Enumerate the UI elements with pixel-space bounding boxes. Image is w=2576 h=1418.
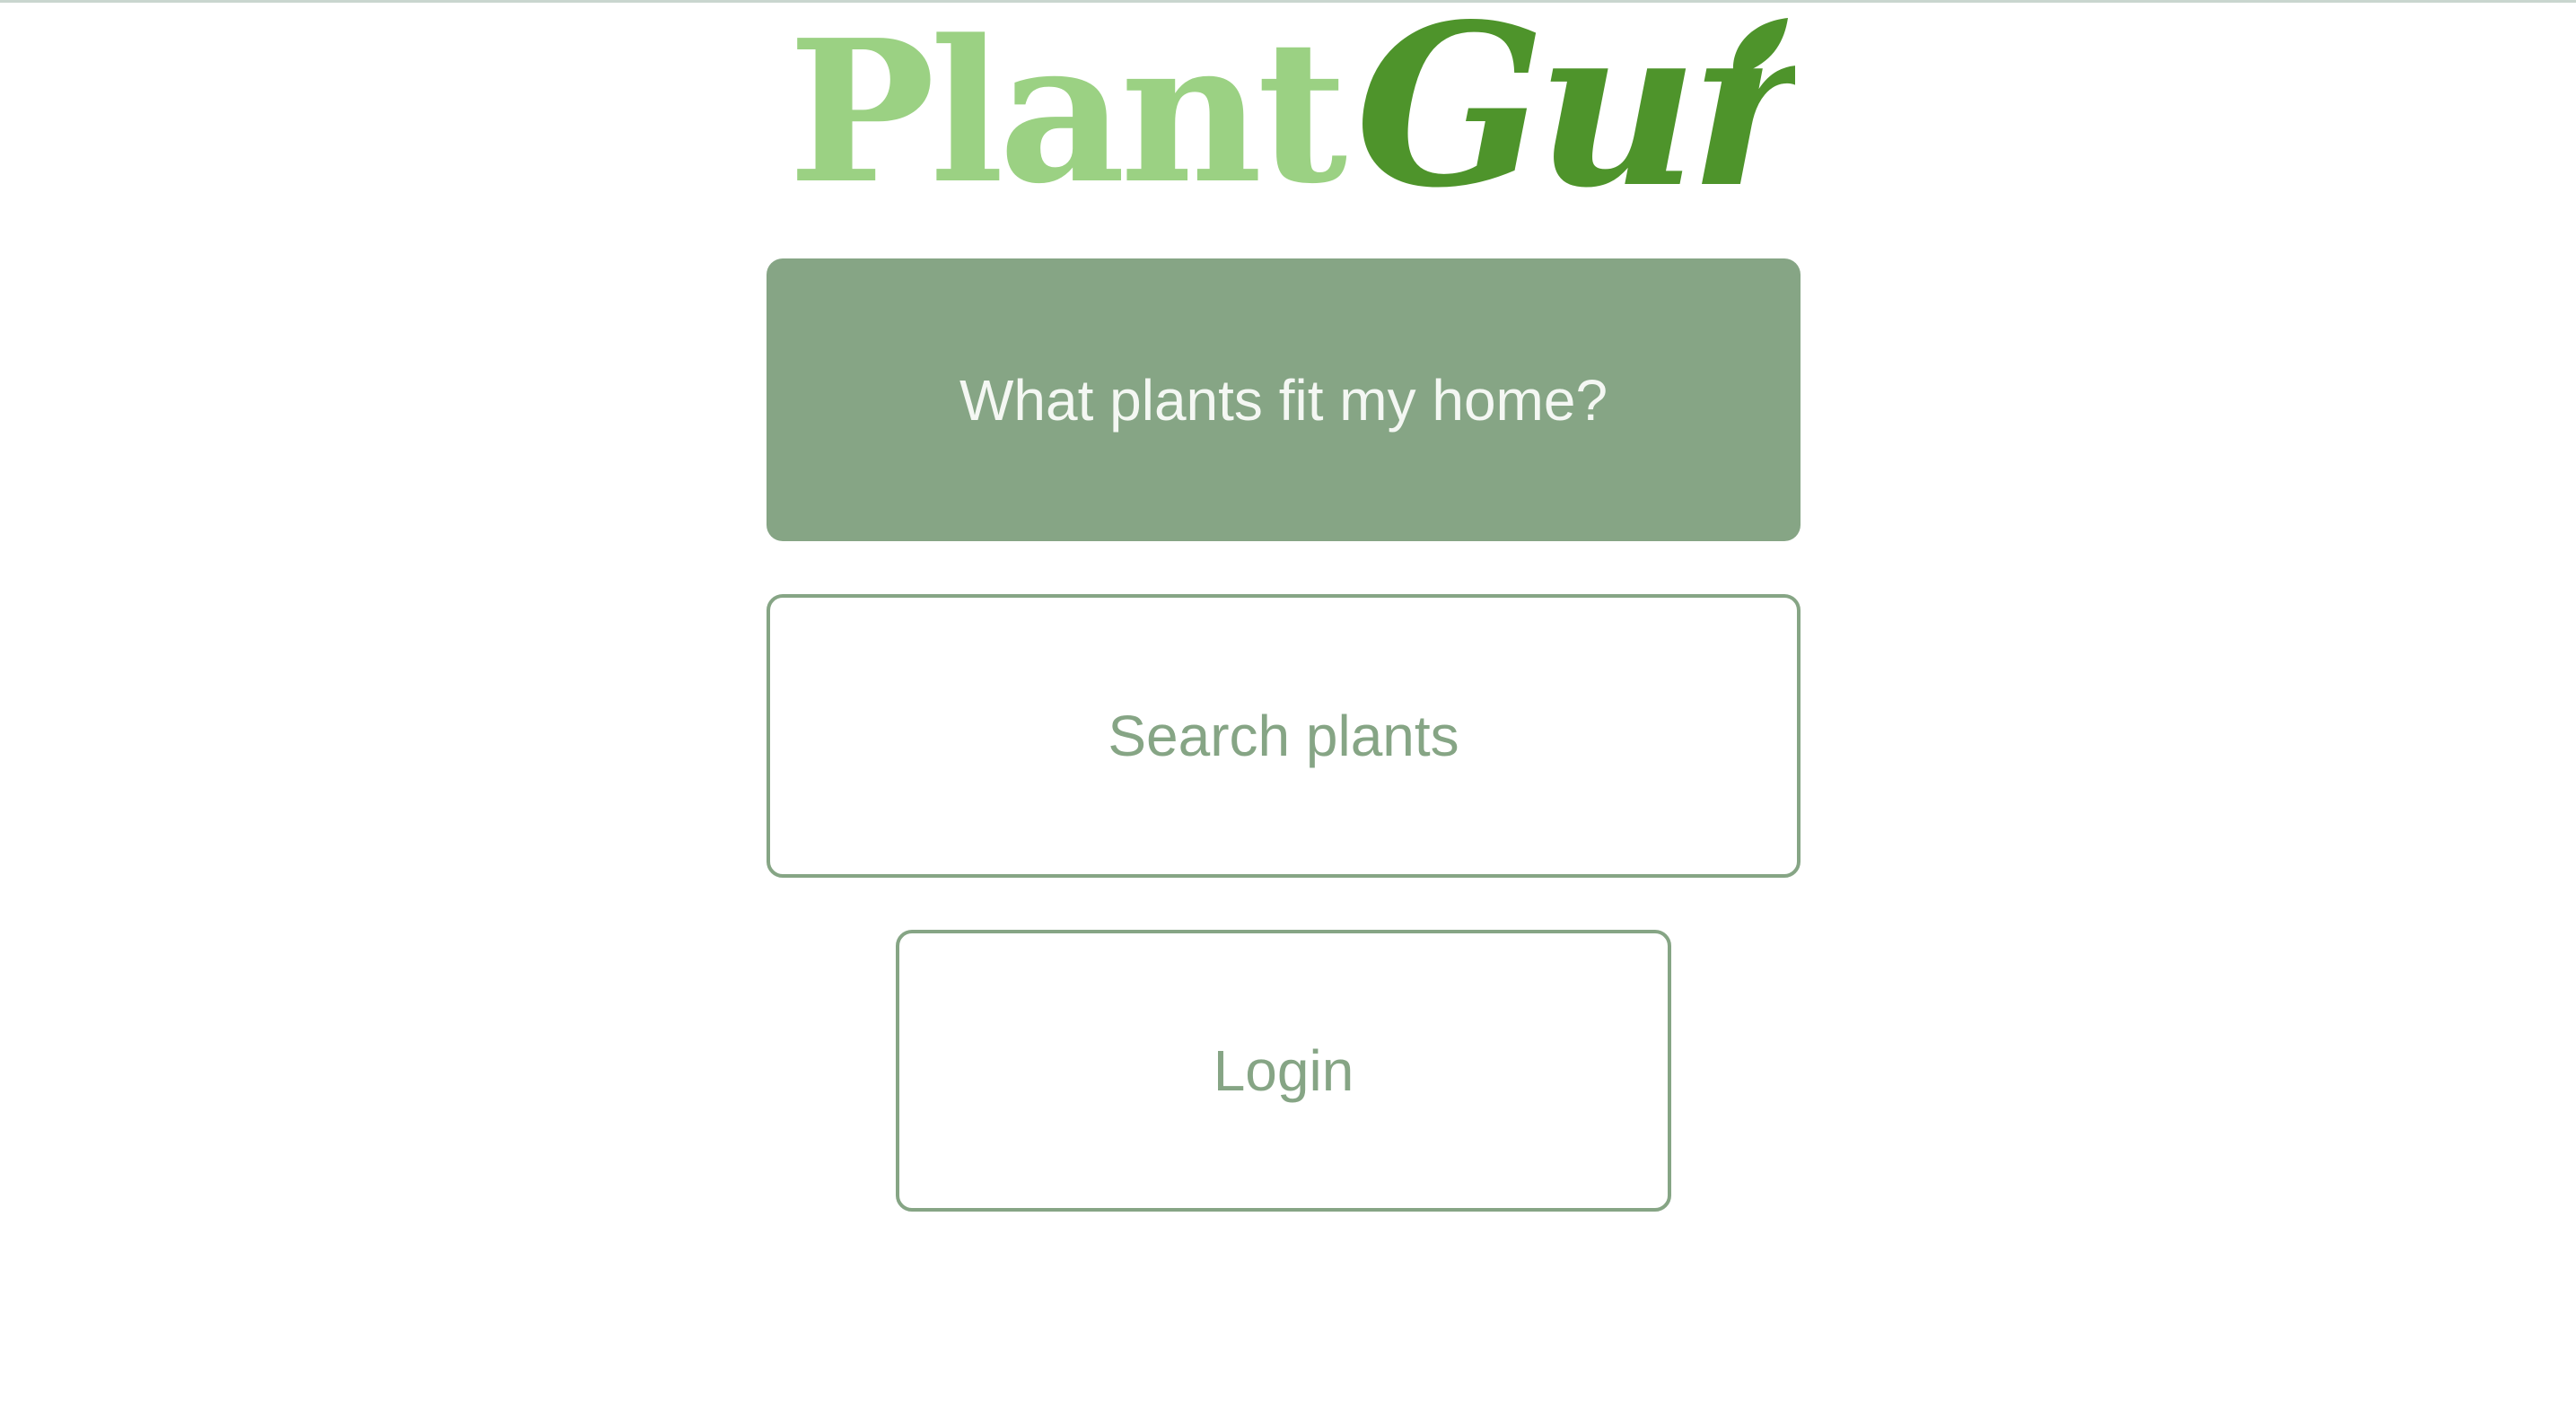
logo-text-guru: Guru [1355, 16, 1795, 232]
top-divider [0, 0, 2576, 3]
plantguru-logo: Plant Guru [781, 16, 1795, 232]
what-plants-fit-my-home-button[interactable]: What plants fit my home? [767, 258, 1801, 541]
login-button[interactable]: Login [896, 930, 1671, 1212]
search-plants-button[interactable]: Search plants [767, 594, 1801, 878]
logo-text-plant: Plant [788, 16, 1346, 227]
